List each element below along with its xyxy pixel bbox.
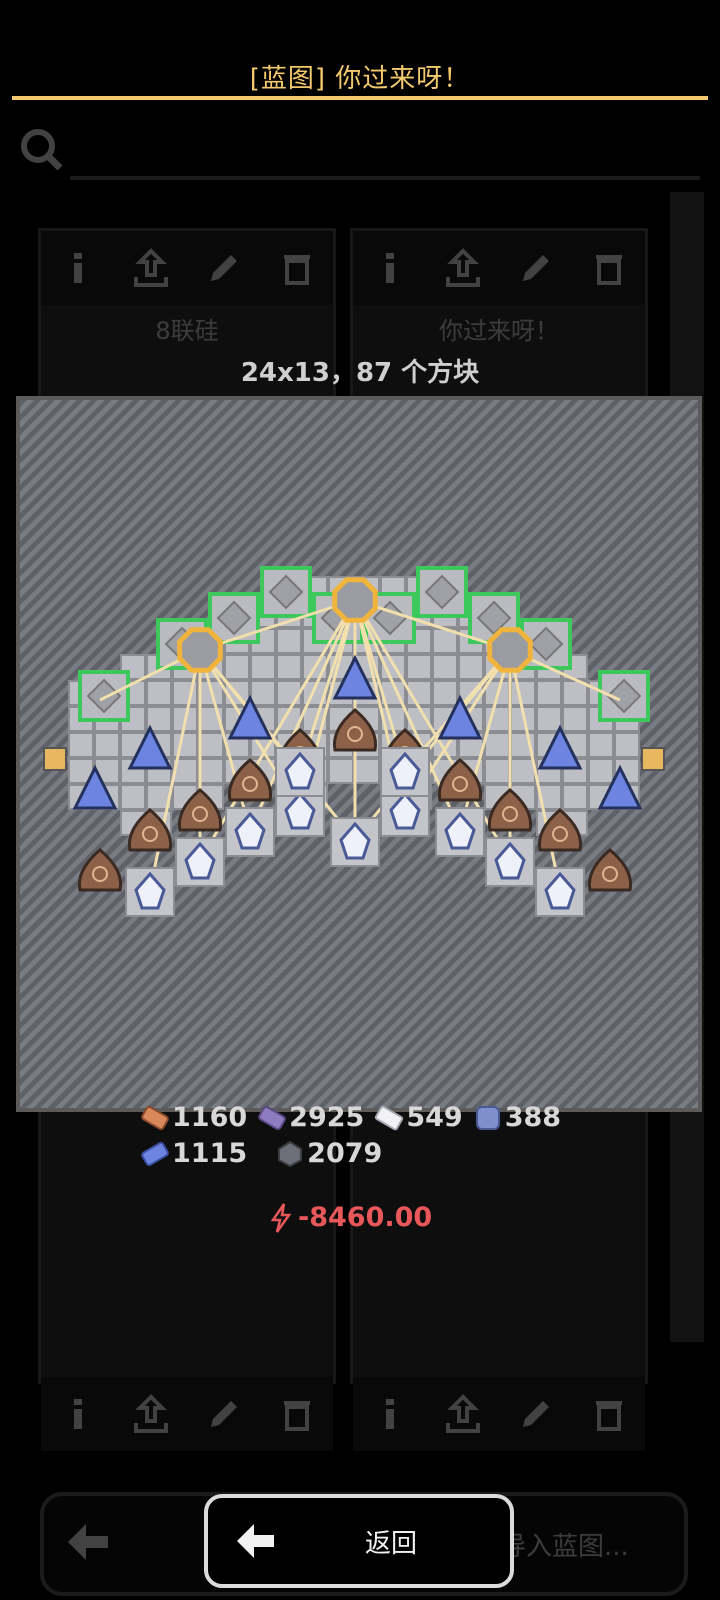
end-block [43,747,67,771]
requirements-row-2: 1115 2079 [140,1138,388,1169]
block-tile [536,706,562,732]
block-tile [562,706,588,732]
resource-amount: 2079 [307,1138,383,1169]
card-name: 你过来呀！ [439,317,559,345]
edit-icon[interactable] [515,1393,557,1435]
copper-icon [141,1105,169,1130]
block-tile [198,758,224,784]
import-blueprint-button[interactable]: 导入蓝图... [500,1526,629,1563]
titanium-icon [475,1105,500,1130]
block-tile [276,628,302,654]
plastanium-icon [141,1141,169,1166]
end-block [641,747,665,771]
back-button[interactable]: 返回 [204,1494,514,1588]
share-icon[interactable] [442,1393,484,1435]
info-icon[interactable] [369,247,411,289]
info-icon[interactable] [57,247,99,289]
info-icon[interactable] [57,1393,99,1435]
silicon-icon [278,1140,303,1167]
search-icon[interactable] [18,126,64,172]
dialog-title: [蓝图] 你过来呀！ [249,64,471,94]
resource-item: 1160 [140,1102,247,1133]
card-toolbar [353,1377,645,1451]
power-node-icon [487,627,533,673]
edit-icon[interactable] [203,1393,245,1435]
delete-icon[interactable] [276,1393,318,1435]
card-name: 8联硅 [155,317,219,345]
resource-amount: 549 [406,1102,463,1133]
drill-icon [587,848,633,892]
delete-icon[interactable] [588,1393,630,1435]
resource-item: 2925 [257,1102,364,1133]
card-toolbar [41,1377,333,1451]
blueprint-preview [16,396,702,1112]
block-tile [276,680,302,706]
share-icon[interactable] [442,247,484,289]
drill-icon [77,848,123,892]
block-tile [484,758,510,784]
search-field[interactable] [70,176,700,180]
card-toolbar [41,231,333,305]
block-tile [250,654,276,680]
resource-item: 2079 [275,1138,382,1169]
resource-amount: 1115 [172,1138,248,1169]
block-tile [484,732,510,758]
block-tile [458,654,484,680]
schematic-drawing [43,566,665,917]
blueprint-dimensions: 24x13，87 个方块 [240,358,480,388]
block-tile [562,784,588,810]
delete-icon[interactable] [588,247,630,289]
power-node-icon [332,577,378,623]
block-tile [510,680,536,706]
block-tile [614,732,640,758]
block-tile [172,732,198,758]
block-tile [120,784,146,810]
block-tile [406,654,432,680]
block-tile [68,732,94,758]
block-tile [276,654,302,680]
block-tile [94,732,120,758]
power-node-icon [177,627,223,673]
block-tile [198,732,224,758]
card-toolbar [353,231,645,305]
block-tile [146,680,172,706]
info-icon[interactable] [369,1393,411,1435]
lead-icon [258,1105,286,1130]
block-tile [432,654,458,680]
edit-icon[interactable] [515,247,557,289]
resource-amount: 2925 [289,1102,365,1133]
edit-icon[interactable] [203,247,245,289]
power-value: -8460.00 [298,1202,433,1233]
power-usage: -8460.00 [270,1202,432,1233]
share-icon[interactable] [130,247,172,289]
block-tile [510,758,536,784]
block-tile [354,758,380,784]
block-tile [432,680,458,706]
block-tile [588,732,614,758]
delete-icon[interactable] [276,247,318,289]
resource-item: 388 [473,1102,561,1133]
resource-amount: 388 [504,1102,562,1133]
requirements-row-1: 1160 2925 549 388 [140,1102,567,1133]
title-divider [12,96,708,100]
block-tile [328,758,354,784]
resource-amount: 1160 [172,1102,248,1133]
power-icon [270,1202,292,1233]
block-tile [536,680,562,706]
block-tile [588,758,614,784]
back-arrow-icon[interactable] [62,1516,114,1568]
block-tile [224,654,250,680]
back-button-label: 返回 [364,1528,417,1559]
share-icon[interactable] [130,1393,172,1435]
resource-item: 1115 [140,1138,247,1169]
block-tile [250,680,276,706]
resource-item: 549 [374,1102,463,1133]
metaglass-icon [375,1105,404,1130]
